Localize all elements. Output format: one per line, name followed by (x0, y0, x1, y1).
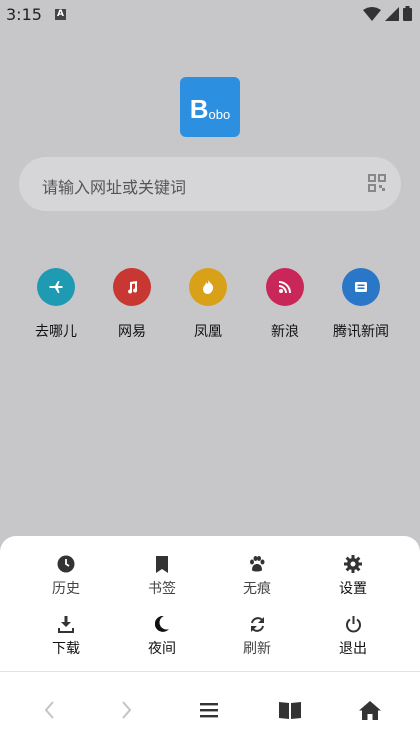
status-bar: 3:15 A (0, 0, 420, 30)
back-button[interactable] (29, 696, 69, 724)
book-icon (279, 702, 301, 719)
download-icon (58, 615, 74, 633)
menu-item-download[interactable]: 下载 (21, 613, 111, 658)
status-time: 3:15 (6, 5, 42, 24)
paw-icon (250, 556, 265, 572)
bottom-nav-bar (0, 672, 420, 746)
menu-button[interactable] (189, 696, 229, 724)
home-button[interactable] (350, 696, 390, 724)
back-arrow-icon (44, 701, 54, 719)
menu-grid: 历史 书签 无痕 设置 下载 夜间 刷新 退出 (0, 536, 420, 671)
battery-icon (403, 6, 412, 21)
search-input[interactable]: 请输入网址或关键词 (42, 174, 186, 198)
app-logo: Bobo (180, 77, 240, 137)
menu-icon (200, 703, 218, 718)
fire-icon (203, 280, 214, 294)
notification-badge: A (55, 9, 66, 20)
shortcut-ifeng[interactable]: 凤凰 (168, 268, 248, 341)
menu-item-refresh[interactable]: 刷新 (212, 613, 302, 658)
shortcut-qunar[interactable]: 去哪儿 (16, 268, 96, 341)
bottom-sheet: 历史 书签 无痕 设置 下载 夜间 刷新 退出 (0, 536, 420, 746)
bookmarks-button[interactable] (270, 696, 310, 724)
airplane-icon (49, 281, 63, 293)
menu-item-exit[interactable]: 退出 (308, 613, 398, 658)
refresh-icon (250, 616, 264, 632)
menu-item-incognito[interactable]: 无痕 (212, 553, 302, 598)
shortcut-grid: 去哪儿 网易 凤凰 新浪 腾讯新闻 (0, 268, 420, 348)
power-icon (345, 615, 361, 632)
shortcut-netease[interactable]: 网易 (92, 268, 172, 341)
rss-icon (278, 281, 291, 294)
home-icon (359, 700, 381, 720)
menu-item-settings[interactable]: 设置 (308, 553, 398, 598)
shortcut-tencent-news[interactable]: 腾讯新闻 (321, 268, 401, 341)
menu-item-history[interactable]: 历史 (21, 553, 111, 598)
qr-scan-icon[interactable] (368, 174, 386, 192)
music-note-icon (128, 281, 138, 294)
menu-item-bookmarks[interactable]: 书签 (117, 553, 207, 598)
clock-icon (57, 555, 75, 573)
wifi-icon (363, 6, 381, 21)
menu-item-night-mode[interactable]: 夜间 (117, 613, 207, 658)
search-bar[interactable]: 请输入网址或关键词 (19, 157, 401, 211)
gear-icon (344, 555, 362, 573)
news-icon (355, 282, 367, 292)
bookmark-icon (156, 555, 168, 573)
forward-button[interactable] (107, 696, 147, 724)
shortcut-sina[interactable]: 新浪 (245, 268, 325, 341)
moon-icon (155, 616, 169, 632)
signal-icon (385, 6, 399, 21)
forward-arrow-icon (122, 701, 132, 719)
